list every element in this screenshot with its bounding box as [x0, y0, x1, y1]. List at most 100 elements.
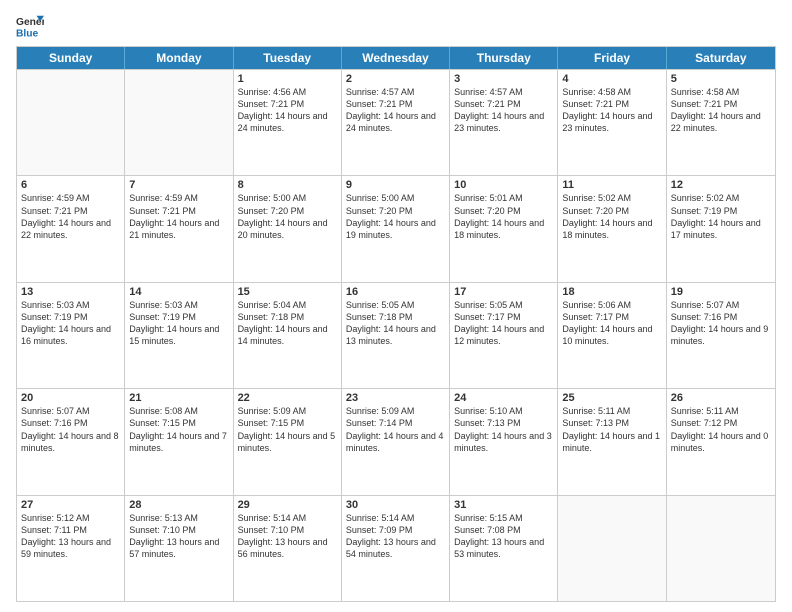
- day-info: Sunrise: 5:01 AM Sunset: 7:20 PM Dayligh…: [454, 192, 553, 241]
- day-number: 17: [454, 286, 553, 298]
- day-info: Sunrise: 4:57 AM Sunset: 7:21 PM Dayligh…: [346, 86, 445, 135]
- day-info: Sunrise: 5:14 AM Sunset: 7:09 PM Dayligh…: [346, 512, 445, 561]
- calendar-body: 1Sunrise: 4:56 AM Sunset: 7:21 PM Daylig…: [17, 69, 775, 601]
- day-cell: 29Sunrise: 5:14 AM Sunset: 7:10 PM Dayli…: [234, 496, 342, 601]
- day-cell: 17Sunrise: 5:05 AM Sunset: 7:17 PM Dayli…: [450, 283, 558, 388]
- day-cell: 25Sunrise: 5:11 AM Sunset: 7:13 PM Dayli…: [558, 389, 666, 494]
- page: General Blue SundayMondayTuesdayWednesda…: [0, 0, 792, 612]
- day-info: Sunrise: 5:10 AM Sunset: 7:13 PM Dayligh…: [454, 405, 553, 454]
- day-number: 5: [671, 73, 771, 85]
- day-number: 25: [562, 392, 661, 404]
- day-number: 24: [454, 392, 553, 404]
- day-cell: 14Sunrise: 5:03 AM Sunset: 7:19 PM Dayli…: [125, 283, 233, 388]
- day-number: 2: [346, 73, 445, 85]
- day-info: Sunrise: 5:15 AM Sunset: 7:08 PM Dayligh…: [454, 512, 553, 561]
- day-info: Sunrise: 4:57 AM Sunset: 7:21 PM Dayligh…: [454, 86, 553, 135]
- day-cell: 28Sunrise: 5:13 AM Sunset: 7:10 PM Dayli…: [125, 496, 233, 601]
- weekday-header: Monday: [125, 47, 233, 69]
- day-info: Sunrise: 4:58 AM Sunset: 7:21 PM Dayligh…: [671, 86, 771, 135]
- day-info: Sunrise: 4:58 AM Sunset: 7:21 PM Dayligh…: [562, 86, 661, 135]
- day-number: 29: [238, 499, 337, 511]
- day-cell: 15Sunrise: 5:04 AM Sunset: 7:18 PM Dayli…: [234, 283, 342, 388]
- day-info: Sunrise: 4:59 AM Sunset: 7:21 PM Dayligh…: [21, 192, 120, 241]
- weekday-header: Tuesday: [234, 47, 342, 69]
- day-number: 13: [21, 286, 120, 298]
- day-cell: 16Sunrise: 5:05 AM Sunset: 7:18 PM Dayli…: [342, 283, 450, 388]
- day-number: 4: [562, 73, 661, 85]
- day-info: Sunrise: 5:11 AM Sunset: 7:12 PM Dayligh…: [671, 405, 771, 454]
- day-number: 8: [238, 179, 337, 191]
- day-number: 15: [238, 286, 337, 298]
- day-cell: 26Sunrise: 5:11 AM Sunset: 7:12 PM Dayli…: [667, 389, 775, 494]
- day-number: 21: [129, 392, 228, 404]
- day-info: Sunrise: 5:05 AM Sunset: 7:17 PM Dayligh…: [454, 299, 553, 348]
- day-number: 14: [129, 286, 228, 298]
- day-number: 30: [346, 499, 445, 511]
- day-info: Sunrise: 5:04 AM Sunset: 7:18 PM Dayligh…: [238, 299, 337, 348]
- day-info: Sunrise: 5:05 AM Sunset: 7:18 PM Dayligh…: [346, 299, 445, 348]
- calendar-week: 13Sunrise: 5:03 AM Sunset: 7:19 PM Dayli…: [17, 282, 775, 388]
- day-info: Sunrise: 5:06 AM Sunset: 7:17 PM Dayligh…: [562, 299, 661, 348]
- day-number: 31: [454, 499, 553, 511]
- day-number: 28: [129, 499, 228, 511]
- empty-cell: [125, 70, 233, 175]
- day-info: Sunrise: 5:12 AM Sunset: 7:11 PM Dayligh…: [21, 512, 120, 561]
- day-number: 10: [454, 179, 553, 191]
- day-cell: 10Sunrise: 5:01 AM Sunset: 7:20 PM Dayli…: [450, 176, 558, 281]
- day-info: Sunrise: 5:00 AM Sunset: 7:20 PM Dayligh…: [238, 192, 337, 241]
- day-cell: 23Sunrise: 5:09 AM Sunset: 7:14 PM Dayli…: [342, 389, 450, 494]
- day-info: Sunrise: 5:09 AM Sunset: 7:15 PM Dayligh…: [238, 405, 337, 454]
- day-cell: 3Sunrise: 4:57 AM Sunset: 7:21 PM Daylig…: [450, 70, 558, 175]
- weekday-header: Sunday: [17, 47, 125, 69]
- day-cell: 19Sunrise: 5:07 AM Sunset: 7:16 PM Dayli…: [667, 283, 775, 388]
- logo: General Blue: [16, 12, 44, 40]
- day-number: 9: [346, 179, 445, 191]
- day-cell: 9Sunrise: 5:00 AM Sunset: 7:20 PM Daylig…: [342, 176, 450, 281]
- day-info: Sunrise: 5:08 AM Sunset: 7:15 PM Dayligh…: [129, 405, 228, 454]
- day-cell: 22Sunrise: 5:09 AM Sunset: 7:15 PM Dayli…: [234, 389, 342, 494]
- day-cell: 24Sunrise: 5:10 AM Sunset: 7:13 PM Dayli…: [450, 389, 558, 494]
- day-info: Sunrise: 5:07 AM Sunset: 7:16 PM Dayligh…: [671, 299, 771, 348]
- empty-cell: [17, 70, 125, 175]
- day-number: 22: [238, 392, 337, 404]
- day-number: 23: [346, 392, 445, 404]
- day-number: 20: [21, 392, 120, 404]
- day-cell: 21Sunrise: 5:08 AM Sunset: 7:15 PM Dayli…: [125, 389, 233, 494]
- day-cell: 20Sunrise: 5:07 AM Sunset: 7:16 PM Dayli…: [17, 389, 125, 494]
- day-info: Sunrise: 5:11 AM Sunset: 7:13 PM Dayligh…: [562, 405, 661, 454]
- day-cell: 1Sunrise: 4:56 AM Sunset: 7:21 PM Daylig…: [234, 70, 342, 175]
- day-number: 6: [21, 179, 120, 191]
- day-info: Sunrise: 5:09 AM Sunset: 7:14 PM Dayligh…: [346, 405, 445, 454]
- day-number: 12: [671, 179, 771, 191]
- day-cell: 6Sunrise: 4:59 AM Sunset: 7:21 PM Daylig…: [17, 176, 125, 281]
- day-number: 1: [238, 73, 337, 85]
- weekday-header: Thursday: [450, 47, 558, 69]
- day-cell: 4Sunrise: 4:58 AM Sunset: 7:21 PM Daylig…: [558, 70, 666, 175]
- calendar-week: 6Sunrise: 4:59 AM Sunset: 7:21 PM Daylig…: [17, 175, 775, 281]
- day-info: Sunrise: 5:03 AM Sunset: 7:19 PM Dayligh…: [21, 299, 120, 348]
- weekday-header: Saturday: [667, 47, 775, 69]
- day-cell: 2Sunrise: 4:57 AM Sunset: 7:21 PM Daylig…: [342, 70, 450, 175]
- empty-cell: [667, 496, 775, 601]
- day-number: 11: [562, 179, 661, 191]
- empty-cell: [558, 496, 666, 601]
- header: General Blue: [16, 12, 776, 40]
- day-number: 7: [129, 179, 228, 191]
- day-number: 27: [21, 499, 120, 511]
- day-cell: 18Sunrise: 5:06 AM Sunset: 7:17 PM Dayli…: [558, 283, 666, 388]
- day-info: Sunrise: 4:56 AM Sunset: 7:21 PM Dayligh…: [238, 86, 337, 135]
- day-info: Sunrise: 5:02 AM Sunset: 7:20 PM Dayligh…: [562, 192, 661, 241]
- calendar-week: 27Sunrise: 5:12 AM Sunset: 7:11 PM Dayli…: [17, 495, 775, 601]
- day-cell: 7Sunrise: 4:59 AM Sunset: 7:21 PM Daylig…: [125, 176, 233, 281]
- weekday-header: Friday: [558, 47, 666, 69]
- day-number: 3: [454, 73, 553, 85]
- day-number: 18: [562, 286, 661, 298]
- calendar: SundayMondayTuesdayWednesdayThursdayFrid…: [16, 46, 776, 602]
- day-info: Sunrise: 5:00 AM Sunset: 7:20 PM Dayligh…: [346, 192, 445, 241]
- day-info: Sunrise: 5:13 AM Sunset: 7:10 PM Dayligh…: [129, 512, 228, 561]
- day-cell: 31Sunrise: 5:15 AM Sunset: 7:08 PM Dayli…: [450, 496, 558, 601]
- weekday-header: Wednesday: [342, 47, 450, 69]
- day-cell: 11Sunrise: 5:02 AM Sunset: 7:20 PM Dayli…: [558, 176, 666, 281]
- day-info: Sunrise: 5:07 AM Sunset: 7:16 PM Dayligh…: [21, 405, 120, 454]
- calendar-header: SundayMondayTuesdayWednesdayThursdayFrid…: [17, 47, 775, 69]
